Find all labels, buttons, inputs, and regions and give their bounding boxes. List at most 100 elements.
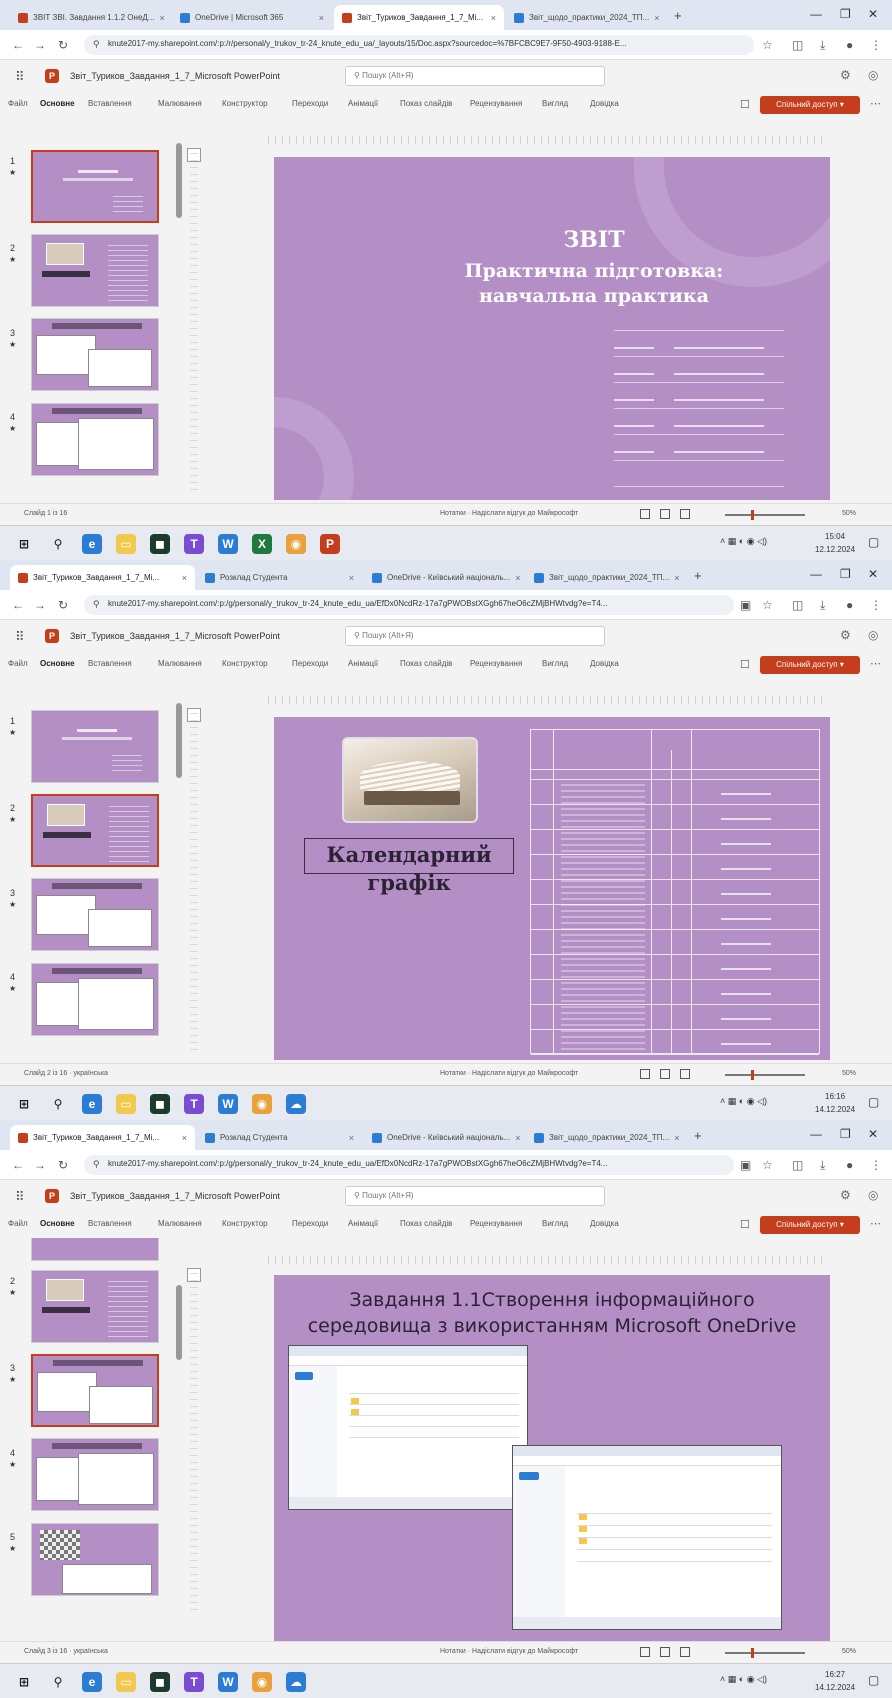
windows-icon[interactable]: ⊞ — [14, 534, 34, 554]
ribbon-tab-home[interactable]: Основне — [40, 1219, 75, 1228]
ribbon-tab-help[interactable]: Довідка — [590, 99, 619, 108]
profile-icon[interactable]: ● — [846, 1158, 853, 1172]
browser-tab[interactable]: Розклад Студента × — [197, 1125, 362, 1150]
back-icon[interactable]: ← — [12, 38, 24, 52]
menu-icon[interactable]: ⋮ — [870, 598, 882, 612]
share-button[interactable]: Спільний доступ ▾ — [760, 656, 860, 674]
slide-thumbnail-2[interactable] — [31, 1270, 159, 1343]
clock[interactable]: 16:27 14.12.2024 — [815, 1668, 855, 1694]
url-field[interactable]: ⚲ knute2017-my.sharepoint.com/:p:/g/perso… — [84, 1155, 734, 1175]
search-input[interactable]: ⚲ Пошук (Alt+Я) — [345, 626, 605, 646]
download-icon[interactable]: ⤓ — [820, 598, 825, 613]
minimize-icon[interactable]: — — [810, 567, 822, 581]
menu-icon[interactable]: ⋮ — [870, 38, 882, 52]
file-explorer-icon[interactable]: ▭ — [116, 1094, 136, 1114]
ribbon-tab-animations[interactable]: Анімації — [348, 99, 378, 108]
ribbon-tab-insert[interactable]: Вставлення — [88, 99, 132, 108]
ribbon-tab-insert[interactable]: Вставлення — [88, 659, 132, 668]
install-app-icon[interactable]: ▣ — [740, 1158, 751, 1172]
close-icon[interactable]: × — [159, 13, 164, 23]
clock[interactable]: 15:04 12.12.2024 — [815, 530, 855, 556]
browser-tab-active[interactable]: Звіт_Туриков_Завдання_1_7_Mi... × — [334, 5, 504, 30]
close-icon[interactable]: × — [654, 13, 659, 23]
star-icon[interactable]: ☆ — [762, 598, 773, 612]
teams-icon[interactable]: T — [184, 1094, 204, 1114]
excel-icon[interactable]: X — [252, 534, 272, 554]
slide-canvas[interactable]: ЗВІТ Практична підготовка: навчальна пра… — [274, 157, 830, 500]
profile-icon[interactable]: ● — [846, 38, 853, 52]
ribbon-tab-insert[interactable]: Вставлення — [88, 1219, 132, 1228]
new-tab-icon[interactable]: + — [694, 1128, 702, 1143]
ribbon-tab-design[interactable]: Конструктор — [222, 99, 268, 108]
settings-icon[interactable]: ⚙ — [840, 628, 851, 642]
maximize-icon[interactable]: ❐ — [840, 1127, 851, 1141]
system-tray[interactable]: ˄ ▦ ◐ ◉ ◁) — [720, 1096, 767, 1107]
ribbon-tab-file[interactable]: Файл — [8, 659, 28, 668]
ribbon-tab-draw[interactable]: Малювання — [158, 99, 202, 108]
ribbon-tab-help[interactable]: Довідка — [590, 659, 619, 668]
edge-icon[interactable]: e — [82, 534, 102, 554]
ribbon-tab-transitions[interactable]: Переходи — [292, 1219, 328, 1228]
forward-icon[interactable]: → — [34, 1158, 46, 1172]
word-icon[interactable]: W — [218, 534, 238, 554]
ribbon-tab-file[interactable]: Файл — [8, 99, 28, 108]
site-info-icon[interactable]: ⚲ — [93, 1159, 100, 1170]
slide-thumbnail-4[interactable] — [31, 1438, 159, 1511]
ribbon-tab-animations[interactable]: Анімації — [348, 659, 378, 668]
onedrive-icon[interactable]: ☁ — [286, 1094, 306, 1114]
slide-thumbnail-4[interactable] — [31, 963, 159, 1036]
close-icon[interactable]: × — [491, 13, 496, 23]
download-icon[interactable]: ⤓ — [820, 1158, 825, 1173]
system-tray[interactable]: ˄ ▦ ◐ ◉ ◁) — [720, 1674, 767, 1685]
sorter-view-icon[interactable] — [660, 1647, 670, 1657]
store-icon[interactable]: ◼ — [150, 1672, 170, 1692]
zoom-slider[interactable] — [725, 1074, 805, 1076]
slide-thumbnail-1[interactable] — [31, 1238, 159, 1261]
site-info-icon[interactable]: ⚲ — [93, 39, 100, 50]
search-icon[interactable]: ⚲ — [48, 1672, 68, 1692]
more-icon[interactable]: ⋯ — [870, 97, 881, 110]
close-icon[interactable]: × — [182, 1133, 187, 1143]
settings-icon[interactable]: ⚙ — [840, 1188, 851, 1202]
new-tab-icon[interactable]: + — [694, 568, 702, 583]
slide-thumbnail-3[interactable] — [31, 318, 159, 391]
comments-icon[interactable]: ☐ — [740, 658, 750, 671]
chrome-icon[interactable]: ◉ — [286, 534, 306, 554]
browser-tab[interactable]: Розклад Студента × — [197, 565, 362, 590]
zoom-slider-thumb[interactable] — [751, 510, 754, 520]
zoom-slider[interactable] — [725, 1652, 805, 1654]
star-icon[interactable]: ☆ — [762, 1158, 773, 1172]
system-tray[interactable]: ˄ ▦ ◐ ◉ ◁) — [720, 536, 767, 547]
browser-tab[interactable]: OneDrive - Київський національ... × — [364, 1125, 524, 1150]
teams-icon[interactable]: T — [184, 534, 204, 554]
account-icon[interactable]: ◎ — [868, 628, 878, 642]
browser-tab[interactable]: OneDrive | Microsoft 365 × — [172, 5, 332, 30]
account-icon[interactable]: ◎ — [868, 1188, 878, 1202]
powerpoint-taskbar-icon[interactable]: P — [320, 534, 340, 554]
slide-thumbnail-5[interactable] — [31, 1523, 159, 1596]
comments-icon[interactable]: ☐ — [740, 98, 750, 111]
back-icon[interactable]: ← — [12, 1158, 24, 1172]
close-window-icon[interactable]: ✕ — [868, 7, 878, 21]
slide-thumbnail-3[interactable] — [31, 1354, 159, 1427]
download-icon[interactable]: ⤓ — [820, 38, 825, 53]
more-icon[interactable]: ⋯ — [870, 657, 881, 670]
zoom-slider-thumb[interactable] — [751, 1648, 754, 1658]
slide-thumbnail-1[interactable] — [31, 150, 159, 223]
ribbon-tab-file[interactable]: Файл — [8, 1219, 28, 1228]
zoom-slider-thumb[interactable] — [751, 1070, 754, 1080]
notification-icon[interactable]: ▢ — [868, 1673, 879, 1687]
browser-tab[interactable]: OneDrive - Київський національ... × — [364, 565, 524, 590]
close-icon[interactable]: × — [349, 1133, 354, 1143]
slide-canvas[interactable]: Календарний графік — [274, 717, 830, 1060]
forward-icon[interactable]: → — [34, 38, 46, 52]
reload-icon[interactable]: ↻ — [58, 598, 68, 612]
install-app-icon[interactable]: ▣ — [740, 598, 751, 612]
comments-icon[interactable]: ☐ — [740, 1218, 750, 1231]
ribbon-tab-slideshow[interactable]: Показ слайдів — [400, 1219, 452, 1228]
ribbon-tab-slideshow[interactable]: Показ слайдів — [400, 99, 452, 108]
normal-view-icon[interactable] — [640, 509, 650, 519]
document-title[interactable]: Звіт_Туриков_Завдання_1_7_Microsoft Powe… — [70, 1191, 280, 1201]
reload-icon[interactable]: ↻ — [58, 38, 68, 52]
star-icon[interactable]: ☆ — [762, 38, 773, 52]
